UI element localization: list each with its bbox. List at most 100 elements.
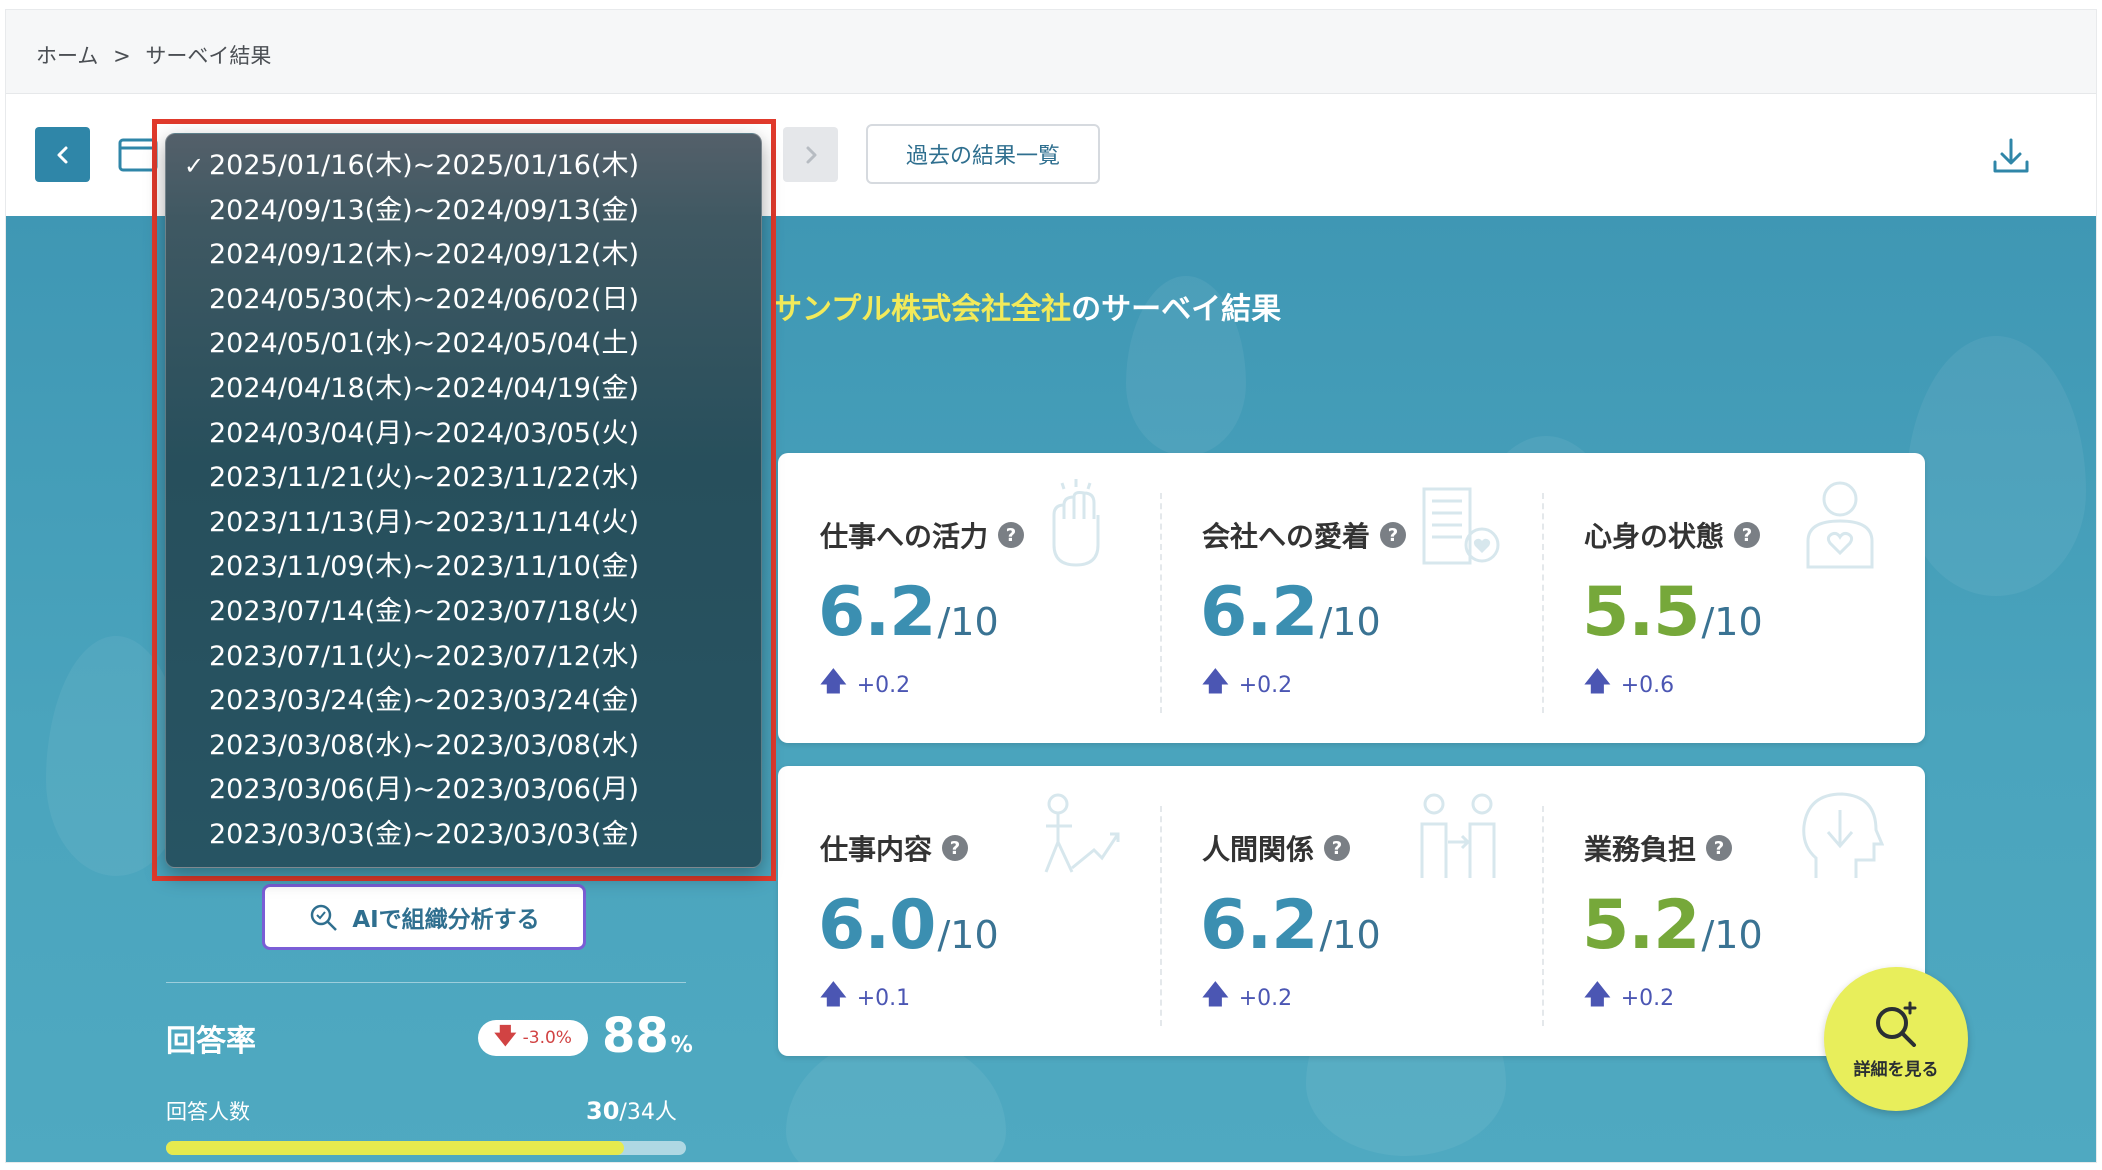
app-frame: ホーム > サーベイ結果 過去の結果一覧 サンプル株式会社全社のサーベイ結果 仕… xyxy=(5,9,2097,1163)
view-details-button[interactable]: 詳細を見る xyxy=(1824,967,1968,1111)
response-rate-value: 88% xyxy=(602,1008,693,1064)
respondents-count: 30/34人 xyxy=(586,1097,677,1125)
period-option[interactable]: 2023/03/08(水)~2023/03/08(水) xyxy=(166,724,761,769)
period-option-label: 2023/03/24(金)~2023/03/24(金) xyxy=(209,685,639,717)
fist-icon xyxy=(1052,479,1100,567)
help-icon[interactable]: ? xyxy=(1324,835,1351,861)
period-option[interactable]: 2023/03/06(月)~2023/03/06(月) xyxy=(166,768,761,813)
period-option[interactable]: 2023/11/09(木)~2023/11/10(金) xyxy=(166,545,761,590)
breadcrumb: ホーム > サーベイ結果 xyxy=(36,40,279,70)
divider xyxy=(166,982,686,983)
metric-score: 6.2/10 xyxy=(1200,886,1381,965)
help-icon[interactable]: ? xyxy=(1380,522,1407,548)
period-option-label: 2024/05/01(水)~2024/05/04(土) xyxy=(209,328,639,360)
metric-label: 人間関係? xyxy=(1202,828,1351,868)
metrics-card-workplace: 仕事内容? 6.0/10 🡅 +0.1 人間関係? 6.2/10 🡅 +0.2 業務… xyxy=(778,766,1925,1056)
help-icon[interactable]: ? xyxy=(1734,522,1761,548)
checkmark-icon: ✓ xyxy=(184,152,205,180)
view-details-label: 詳細を見る xyxy=(1853,1059,1939,1080)
breadcrumb-home[interactable]: ホーム xyxy=(36,44,98,68)
period-dropdown[interactable]: ✓ 2025/01/16(木)~2025/01/16(木) 2024/09/13(金… xyxy=(165,133,762,868)
response-change-badge: 🡇 -3.0% xyxy=(478,1020,588,1056)
period-option[interactable]: 2023/07/11(火)~2023/07/12(水) xyxy=(166,635,761,680)
ai-analysis-label: AIで組織分析する xyxy=(352,907,540,933)
period-option-label: 2024/04/18(木)~2024/04/19(金) xyxy=(209,372,639,404)
metric-label: 仕事内容? xyxy=(820,828,969,868)
metric-score: 5.5/10 xyxy=(1582,573,1763,652)
period-option[interactable]: 2024/03/04(月)~2024/03/05(火) xyxy=(166,412,761,457)
metric-vitality[interactable]: 仕事への活力? 6.2/10 🡅 +0.2 xyxy=(778,453,1160,743)
next-period-button[interactable] xyxy=(783,127,838,182)
arrow-up-icon: 🡅 xyxy=(1202,980,1229,1010)
metric-attachment[interactable]: 会社への愛着? 6.2/10 🡅 +0.2 xyxy=(1160,453,1542,743)
arrow-down-icon: 🡇 xyxy=(494,1024,517,1049)
chevron-left-icon xyxy=(57,146,67,163)
metric-label: 仕事への活力? xyxy=(820,515,1025,555)
metric-change: 🡅 +0.1 xyxy=(820,976,910,1020)
metric-change: 🡅 +0.2 xyxy=(1202,663,1292,707)
arrow-up-icon: 🡅 xyxy=(820,667,847,697)
company-name: サンプル株式会社全社 xyxy=(772,292,1072,327)
period-option-label: 2023/03/08(水)~2023/03/08(水) xyxy=(209,729,639,761)
metric-change: 🡅 +0.2 xyxy=(820,663,910,707)
building-heart-icon xyxy=(1422,487,1500,565)
period-option[interactable]: 2023/03/03(金)~2023/03/03(金) xyxy=(166,813,761,858)
period-option[interactable]: 2023/07/14(金)~2023/07/18(火) xyxy=(166,590,761,635)
search-plus-icon xyxy=(1876,1001,1917,1047)
metric-change: 🡅 +0.2 xyxy=(1584,976,1674,1020)
metric-job-content[interactable]: 仕事内容? 6.0/10 🡅 +0.1 xyxy=(778,766,1160,1056)
metric-wellbeing[interactable]: 心身の状態? 5.5/10 🡅 +0.6 xyxy=(1542,453,1924,743)
period-option-label: 2025/01/16(木)~2025/01/16(木) xyxy=(209,150,639,181)
ai-analysis-icon xyxy=(311,904,338,931)
chevron-right-icon xyxy=(806,146,816,163)
period-option[interactable]: 2024/05/30(木)~2024/06/02(日) xyxy=(166,278,761,323)
breadcrumb-bar: ホーム > サーベイ結果 xyxy=(6,10,2096,94)
help-icon[interactable]: ? xyxy=(1706,835,1733,861)
period-option-label: 2024/09/13(金)~2024/09/13(金) xyxy=(209,194,639,226)
period-option[interactable]: ✓ 2025/01/16(木)~2025/01/16(木) xyxy=(166,144,761,189)
period-option-label: 2023/03/06(月)~2023/03/06(月) xyxy=(209,774,639,806)
period-option[interactable]: 2024/05/01(水)~2024/05/04(土) xyxy=(166,322,761,367)
help-icon[interactable]: ? xyxy=(942,835,969,861)
period-option[interactable]: 2024/09/13(金)~2024/09/13(金) xyxy=(166,189,761,234)
period-option-label: 2023/07/14(金)~2023/07/18(火) xyxy=(209,595,639,627)
metric-change: 🡅 +0.6 xyxy=(1584,663,1674,707)
banner-title-suffix: のサーベイ結果 xyxy=(1071,292,1282,327)
breadcrumb-current: サーベイ結果 xyxy=(145,44,272,68)
arrow-up-icon: 🡅 xyxy=(820,980,847,1010)
ai-analysis-button[interactable]: AIで組織分析する xyxy=(262,884,586,950)
period-option-label: 2024/03/04(月)~2024/03/05(火) xyxy=(209,417,639,449)
previous-period-button[interactable] xyxy=(35,127,90,182)
period-option-label: 2023/07/11(火)~2023/07/12(水) xyxy=(209,640,639,672)
period-option-label: 2023/11/13(月)~2023/11/14(火) xyxy=(209,506,639,538)
metric-label: 業務負担? xyxy=(1584,828,1733,868)
metric-label: 会社への愛着? xyxy=(1202,515,1407,555)
metric-relationships[interactable]: 人間関係? 6.2/10 🡅 +0.2 xyxy=(1160,766,1542,1056)
period-option[interactable]: 2023/03/24(金)~2023/03/24(金) xyxy=(166,679,761,724)
response-progress-bar xyxy=(166,1141,686,1155)
period-option[interactable]: 2024/09/12(木)~2024/09/12(木) xyxy=(166,233,761,278)
metric-label: 心身の状態? xyxy=(1584,515,1761,555)
head-down-arrow-icon xyxy=(1802,792,1884,878)
banner-title: サンプル株式会社全社のサーベイ結果 xyxy=(772,284,1281,328)
breadcrumb-separator: > xyxy=(113,44,131,68)
help-icon[interactable]: ? xyxy=(998,522,1025,548)
past-results-button[interactable]: 過去の結果一覧 xyxy=(866,124,1100,184)
period-option[interactable]: 2023/11/21(火)~2023/11/22(水) xyxy=(166,456,761,501)
arrow-up-icon: 🡅 xyxy=(1584,980,1611,1010)
period-option-list: ✓ 2025/01/16(木)~2025/01/16(木) 2024/09/13(金… xyxy=(166,134,761,858)
person-heart-icon xyxy=(1806,481,1874,569)
metrics-card-engagement: 仕事への活力? 6.2/10 🡅 +0.2 会社への愛着? 6.2/10 🡅 +0.… xyxy=(778,453,1925,743)
metric-score: 6.0/10 xyxy=(818,886,999,965)
period-option-label: 2024/09/12(木)~2024/09/12(木) xyxy=(209,239,639,271)
period-option-label: 2023/03/03(金)~2023/03/03(金) xyxy=(209,818,639,850)
metric-score: 6.2/10 xyxy=(818,573,999,652)
metric-score: 6.2/10 xyxy=(1200,573,1381,652)
period-option[interactable]: 2023/11/13(月)~2023/11/14(火) xyxy=(166,501,761,546)
decorative-leaf xyxy=(1906,336,2086,596)
download-icon[interactable] xyxy=(1991,136,2031,176)
period-option[interactable]: 2024/04/18(木)~2024/04/19(金) xyxy=(166,367,761,412)
climbing-person-icon xyxy=(1044,793,1120,873)
arrow-up-icon: 🡅 xyxy=(1202,667,1229,697)
respondents-label: 回答人数 xyxy=(166,1100,250,1124)
